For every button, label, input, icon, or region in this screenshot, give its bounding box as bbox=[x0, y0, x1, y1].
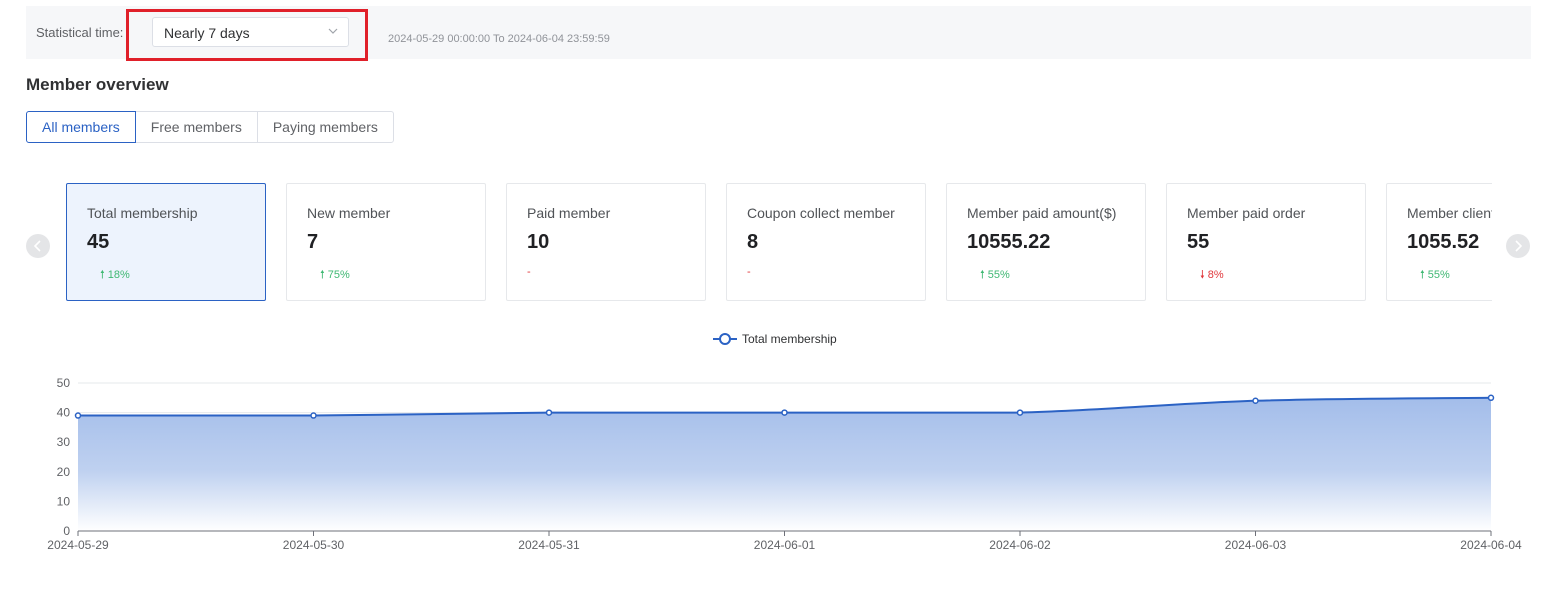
data-point bbox=[1487, 394, 1495, 402]
data-point bbox=[1252, 397, 1259, 405]
card-label: Total membership bbox=[87, 205, 198, 221]
data-point bbox=[1016, 409, 1024, 416]
stat-card-member-paid-order[interactable]: Member paid order 55 🠗 8% bbox=[1166, 183, 1366, 301]
card-value: 8 bbox=[747, 231, 759, 253]
x-tick-label: 2024-06-03 bbox=[1225, 538, 1287, 552]
statistical-time-label: Statistical time: bbox=[36, 25, 124, 40]
tab-paying-members[interactable]: Paying members bbox=[256, 111, 394, 143]
arrow-down-icon: 🠗 bbox=[1200, 269, 1205, 281]
chevron-left-icon bbox=[33, 240, 41, 252]
card-value: 7 bbox=[307, 231, 319, 253]
section-title: Member overview bbox=[26, 75, 169, 94]
x-tick-label: 2024-05-30 bbox=[283, 538, 345, 552]
card-value: 1055.52 bbox=[1407, 231, 1480, 253]
card-trend-value: - bbox=[527, 266, 531, 278]
card-value: 45 bbox=[87, 231, 110, 253]
card-trend-value: 18% bbox=[107, 269, 130, 281]
carousel-prev-button[interactable] bbox=[26, 234, 50, 258]
stat-card-member-client[interactable]: Member client 1055.52 🠕 55% bbox=[1386, 183, 1492, 301]
data-point bbox=[74, 412, 82, 419]
card-label: Paid member bbox=[527, 205, 611, 221]
filter-bar: Statistical time: Nearly 7 days 2024-05-… bbox=[26, 6, 1531, 59]
series-area bbox=[78, 397, 1491, 531]
stat-card-total-membership[interactable]: Total membership 45 🠕 18% bbox=[66, 183, 266, 301]
legend-marker bbox=[719, 333, 731, 345]
stat-card-member-paid-amount[interactable]: Member paid amount($) 10555.22 🠕 55% bbox=[946, 183, 1146, 301]
card-trend: 🠗 8% bbox=[1200, 266, 1224, 285]
x-tick-label: 2024-06-01 bbox=[754, 538, 816, 552]
data-point bbox=[310, 412, 317, 419]
time-range-value: Nearly 7 days bbox=[164, 25, 250, 41]
total-membership-chart: 0 10 20 30 40 50 2024-05-29 2024-05-30 2024-05-3… bbox=[47, 332, 1522, 552]
y-tick-label: 20 bbox=[57, 465, 71, 479]
arrow-up-icon: 🠕 bbox=[1420, 269, 1425, 281]
card-value: 55 bbox=[1187, 231, 1210, 253]
card-trend: 🠕 55% bbox=[1420, 266, 1450, 285]
carousel-next-button[interactable] bbox=[1506, 234, 1530, 258]
y-tick-label: 0 bbox=[63, 524, 70, 538]
card-label: New member bbox=[307, 205, 391, 221]
data-point bbox=[545, 409, 553, 416]
card-trend: 🠕 18% bbox=[100, 266, 130, 285]
y-tick-label: 30 bbox=[57, 435, 71, 449]
card-value: 10555.22 bbox=[967, 231, 1051, 253]
card-label: Member client bbox=[1407, 205, 1492, 221]
arrow-up-icon: 🠕 bbox=[980, 269, 985, 281]
arrow-up-icon: 🠕 bbox=[320, 269, 325, 281]
card-trend-value: 55% bbox=[1427, 269, 1450, 281]
card-trend-value: - bbox=[747, 266, 751, 278]
tab-free-members[interactable]: Free members bbox=[134, 111, 258, 143]
y-tick-label: 40 bbox=[57, 406, 71, 420]
time-range-select[interactable]: Nearly 7 days bbox=[152, 17, 349, 47]
card-trend: 🠕 75% bbox=[320, 266, 350, 285]
card-trend-value: 8% bbox=[1207, 269, 1224, 281]
card-trend-value: 55% bbox=[987, 269, 1010, 281]
stat-card-paid-member[interactable]: Paid member 10 - bbox=[506, 183, 706, 301]
arrow-up-icon: 🠕 bbox=[100, 269, 105, 281]
chevron-right-icon bbox=[1515, 240, 1523, 252]
data-point bbox=[781, 409, 788, 416]
y-tick-label: 10 bbox=[57, 494, 71, 508]
tab-all-members[interactable]: All members bbox=[26, 111, 136, 143]
legend-label: Total membership bbox=[742, 332, 837, 346]
date-range-text: 2024-05-29 00:00:00 To 2024-06-04 23:59:… bbox=[388, 33, 610, 45]
stat-card-new-member[interactable]: New member 7 🠕 75% bbox=[286, 183, 486, 301]
card-label: Member paid amount($) bbox=[967, 205, 1117, 221]
x-tick-label: 2024-05-31 bbox=[518, 538, 580, 552]
x-tick-label: 2024-06-04 bbox=[1460, 538, 1522, 552]
card-trend: 🠕 55% bbox=[980, 266, 1010, 285]
stat-card-coupon-collect-member[interactable]: Coupon collect member 8 - bbox=[726, 183, 926, 301]
x-tick-label: 2024-06-02 bbox=[989, 538, 1051, 552]
card-value: 10 bbox=[527, 231, 550, 253]
y-tick-label: 50 bbox=[57, 376, 71, 390]
card-label: Coupon collect member bbox=[747, 205, 895, 221]
member-type-tabs: All members Free members Paying members bbox=[26, 111, 394, 143]
chevron-down-icon bbox=[328, 28, 338, 34]
x-tick-label: 2024-05-29 bbox=[47, 538, 109, 552]
card-label: Member paid order bbox=[1187, 205, 1306, 221]
stat-cards-carousel: Total membership 45 🠕 18% New member 7 🠕 7… bbox=[66, 183, 1492, 301]
card-trend-value: 75% bbox=[327, 269, 350, 281]
